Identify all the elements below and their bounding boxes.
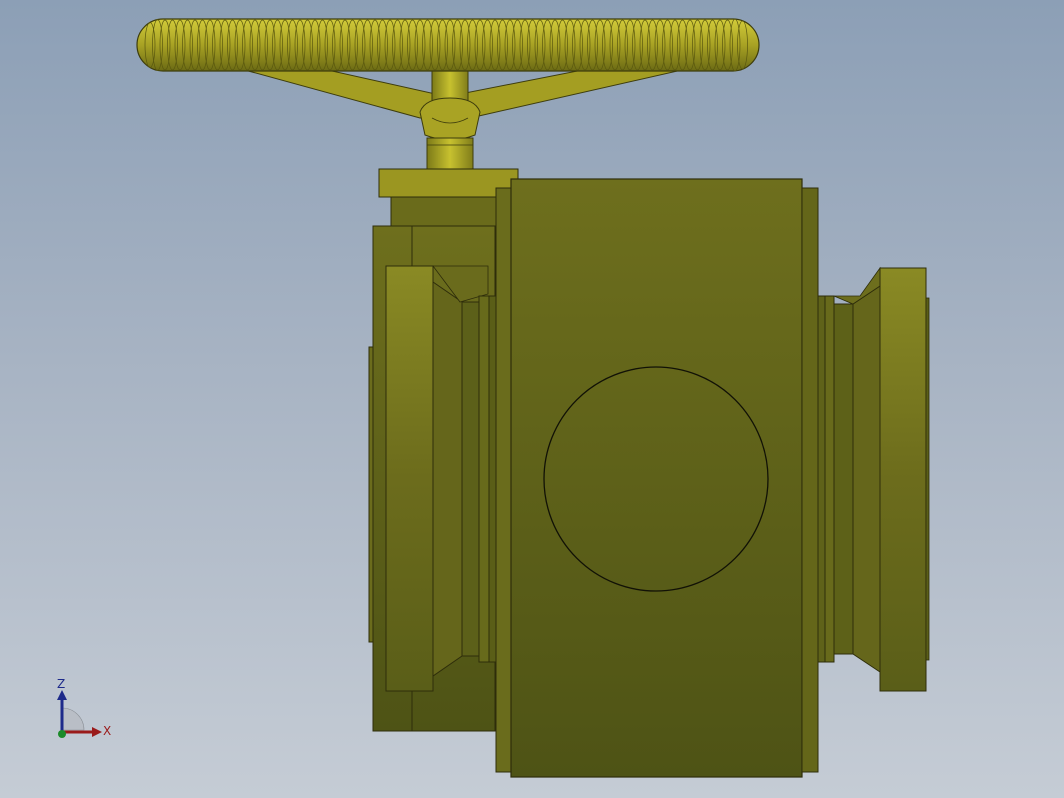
triad-z-label: Z (57, 677, 65, 691)
handwheel-hub (419, 97, 481, 141)
cad-viewport[interactable] (0, 0, 1064, 798)
valve-stem (426, 137, 474, 172)
handwheel (136, 18, 760, 141)
outlet-flange (817, 266, 930, 692)
triad-z-arrowhead (57, 690, 67, 700)
orientation-triad: Z X (57, 677, 111, 738)
triad-x-label: X (103, 724, 111, 738)
triad-x-arrowhead (92, 727, 102, 737)
inlet-flange (368, 225, 497, 732)
valve-body (495, 178, 819, 778)
triad-plane-xz (61, 707, 85, 731)
triad-y-axis-dot (58, 730, 66, 738)
